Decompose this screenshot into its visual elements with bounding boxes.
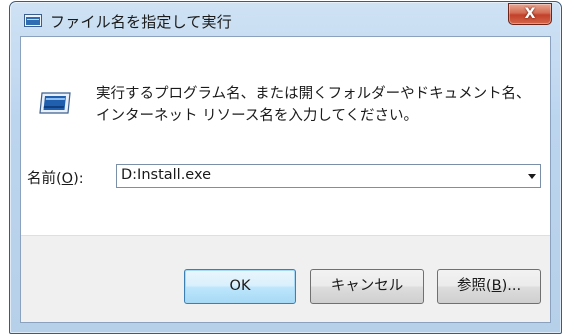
run-window-icon [39, 92, 71, 114]
browse-label-prefix: 参照( [456, 278, 492, 294]
open-input[interactable]: D:Install.exe [121, 167, 211, 183]
cancel-button[interactable]: キャンセル [310, 269, 424, 304]
run-window-icon [24, 14, 42, 27]
browse-button[interactable]: 参照(B)... [437, 269, 541, 304]
ok-button[interactable]: OK [184, 269, 296, 304]
open-label-accelerator: O [61, 171, 74, 187]
button-area: OK キャンセル 参照(B)... [21, 235, 550, 322]
run-dialog-window: ファイル名を指定して実行 X 実行するプログラム名、または開くフォルダーやドキュ… [9, 1, 562, 334]
open-label: 名前(O): [27, 167, 84, 188]
open-combobox[interactable]: D:Install.exe [116, 164, 541, 188]
title-bar[interactable]: ファイル名を指定して実行 X [10, 2, 561, 36]
open-label-suffix: ): [73, 171, 84, 187]
open-label-prefix: 名前( [27, 171, 62, 187]
chevron-down-icon[interactable] [528, 174, 536, 179]
window-title: ファイル名を指定して実行 [50, 13, 232, 31]
dialog-body: 実行するプログラム名、または開くフォルダーやドキュメント名、インターネット リソ… [20, 36, 551, 323]
browse-label-accelerator: B [491, 278, 502, 294]
close-button[interactable]: X [508, 3, 552, 25]
instruction-text: 実行するプログラム名、または開くフォルダーやドキュメント名、インターネット リソ… [96, 86, 531, 124]
close-icon: X [524, 6, 536, 22]
browse-label-suffix: )... [501, 278, 522, 294]
